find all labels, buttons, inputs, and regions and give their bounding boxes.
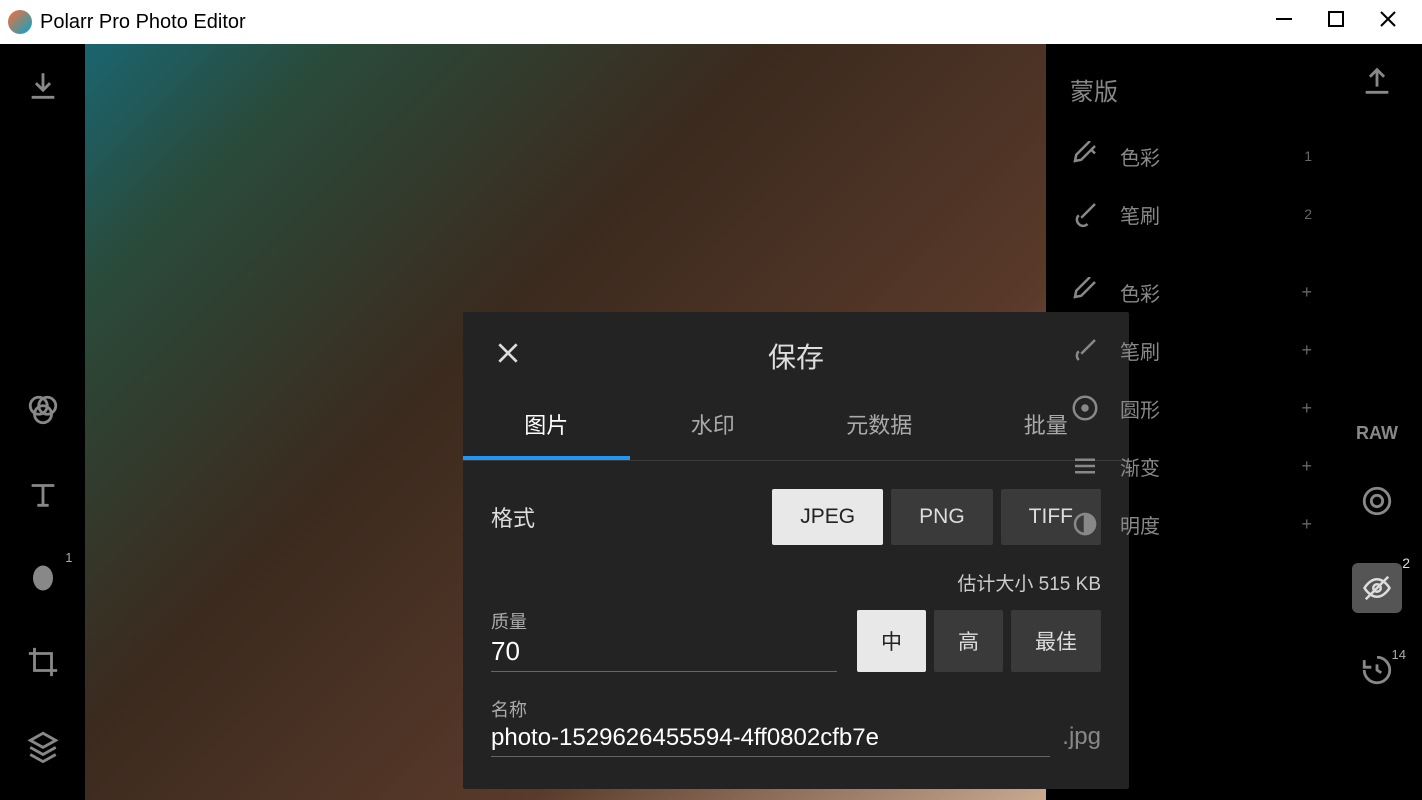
size-estimate: 估计大小 515 KB (491, 569, 1101, 596)
modal-title: 保存 (495, 336, 1097, 376)
minimize-button[interactable] (1274, 8, 1294, 36)
panel-title: 蒙版 (1046, 64, 1332, 127)
save-modal: 保存 图片 水印 元数据 批量 格式 JPEG PNG TIFF 估计大小 51… (463, 312, 1129, 789)
far-right-toolbar: RAW 2 14 (1332, 44, 1422, 800)
name-label: 名称 (491, 696, 1050, 722)
format-label: 格式 (491, 501, 771, 533)
face-badge: 1 (65, 550, 72, 565)
quality-best[interactable]: 最佳 (1011, 610, 1101, 672)
mask-luminance-add[interactable]: 明度 + (1046, 495, 1332, 553)
face-icon[interactable]: 1 (21, 556, 65, 600)
format-jpeg[interactable]: JPEG (772, 489, 883, 545)
plus-icon: + (1301, 282, 1312, 303)
quality-high[interactable]: 高 (934, 610, 1003, 672)
import-icon[interactable] (21, 64, 65, 108)
close-button[interactable] (1378, 8, 1398, 36)
plus-icon: + (1301, 456, 1312, 477)
quality-input[interactable]: 70 (491, 636, 837, 672)
quality-medium[interactable]: 中 (857, 610, 926, 672)
quality-label: 质量 (491, 608, 837, 634)
crop-icon[interactable] (21, 640, 65, 684)
name-input[interactable]: photo-1529626455594-4ff0802cfb7e (491, 724, 1050, 757)
mask-brush-add[interactable]: 笔刷 + (1046, 321, 1332, 379)
visibility-toggle[interactable]: 2 (1352, 563, 1402, 613)
target-icon[interactable] (1360, 484, 1394, 523)
left-sidebar: 1 (0, 44, 85, 800)
format-png[interactable]: PNG (891, 489, 993, 545)
mask-brush-1[interactable]: 笔刷 2 (1046, 185, 1332, 243)
maximize-button[interactable] (1326, 8, 1346, 36)
visibility-badge: 2 (1402, 555, 1410, 571)
tab-watermark[interactable]: 水印 (630, 392, 797, 460)
plus-icon: + (1301, 398, 1312, 419)
filters-icon[interactable] (21, 388, 65, 432)
history-icon[interactable]: 14 (1360, 653, 1394, 692)
plus-icon: + (1301, 340, 1312, 361)
mask-color-1[interactable]: 色彩 1 (1046, 127, 1332, 185)
tab-metadata[interactable]: 元数据 (796, 392, 963, 460)
raw-button[interactable]: RAW (1356, 423, 1398, 444)
mask-gradient-add[interactable]: 渐变 + (1046, 437, 1332, 495)
mask-radial-add[interactable]: 圆形 + (1046, 379, 1332, 437)
app-title: Polarr Pro Photo Editor (40, 11, 1274, 34)
canvas[interactable]: 保存 图片 水印 元数据 批量 格式 JPEG PNG TIFF 估计大小 51… (85, 44, 1046, 800)
app-icon (8, 10, 32, 34)
text-icon[interactable] (21, 472, 65, 516)
history-badge: 14 (1392, 647, 1406, 662)
file-extension: .jpg (1062, 723, 1101, 757)
export-icon[interactable] (1360, 64, 1394, 103)
tab-image[interactable]: 图片 (463, 392, 630, 460)
titlebar: Polarr Pro Photo Editor (0, 0, 1422, 44)
mask-color-add[interactable]: 色彩 + (1046, 263, 1332, 321)
layers-icon[interactable] (21, 724, 65, 768)
plus-icon: + (1301, 514, 1312, 535)
